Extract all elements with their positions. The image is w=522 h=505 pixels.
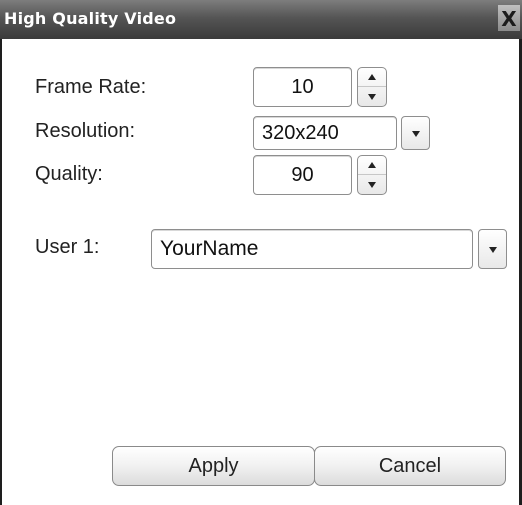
quality-spinner[interactable] <box>357 155 387 195</box>
frame-rate-label: Frame Rate: <box>35 76 147 98</box>
user-dropdown-button[interactable] <box>478 229 507 269</box>
window-title: High Quality Video <box>4 9 177 28</box>
resolution-dropdown-button[interactable] <box>401 116 430 150</box>
chevron-down-icon <box>411 131 420 137</box>
window-left-border <box>0 39 2 505</box>
quality-label: Quality: <box>35 163 103 185</box>
arrow-up-icon <box>368 162 376 168</box>
user-select[interactable]: YourName <box>151 229 473 269</box>
title-bar: High Quality Video X <box>0 0 522 39</box>
arrow-up-icon <box>368 74 376 80</box>
quality-input[interactable]: 90 <box>253 155 352 195</box>
arrow-down-icon <box>368 93 376 100</box>
apply-button[interactable]: Apply <box>112 446 315 486</box>
frame-rate-input[interactable]: 10 <box>253 67 352 107</box>
frame-rate-value: 10 <box>291 76 314 98</box>
resolution-label: Resolution: <box>35 120 136 142</box>
user-value: YourName <box>160 237 259 260</box>
chevron-down-icon <box>488 247 497 253</box>
resolution-select[interactable]: 320x240 <box>253 116 397 150</box>
quality-decrement-button[interactable] <box>358 175 386 194</box>
close-button[interactable]: X <box>498 5 520 31</box>
quality-value: 90 <box>291 164 314 186</box>
frame-rate-decrement-button[interactable] <box>358 87 386 106</box>
quality-increment-button[interactable] <box>358 156 386 175</box>
cancel-button[interactable]: Cancel <box>314 446 506 486</box>
frame-rate-spinner[interactable] <box>357 67 387 107</box>
user-label: User 1: <box>35 236 100 258</box>
arrow-down-icon <box>368 181 376 188</box>
frame-rate-increment-button[interactable] <box>358 68 386 87</box>
resolution-value: 320x240 <box>262 122 339 144</box>
